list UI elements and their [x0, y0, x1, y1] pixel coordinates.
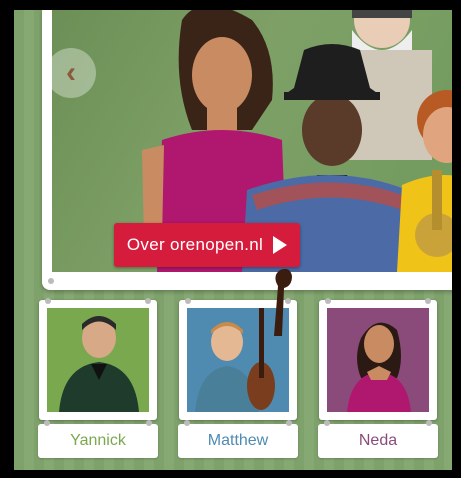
- app-frame: ‹ Over orenopen.nl Yannick Matthew Neda: [14, 10, 452, 470]
- musician-photo: [47, 308, 149, 412]
- musician-name-yannick[interactable]: Yannick: [38, 420, 158, 458]
- musician-name-matthew[interactable]: Matthew: [178, 420, 298, 458]
- musician-name-neda[interactable]: Neda: [318, 420, 438, 458]
- about-button[interactable]: Over orenopen.nl: [114, 223, 300, 267]
- pin-icon: [324, 420, 330, 426]
- pin-icon: [184, 420, 190, 426]
- play-arrow-icon: [273, 236, 288, 254]
- musician-name-label: Yannick: [70, 432, 126, 449]
- double-bass-scroll-icon: [274, 268, 292, 336]
- pin-icon: [145, 298, 151, 304]
- pin-icon: [146, 420, 152, 426]
- pin-icon: [286, 420, 292, 426]
- carousel-prev-button[interactable]: ‹: [46, 48, 96, 98]
- pin-icon: [325, 298, 331, 304]
- musician-card-neda[interactable]: [319, 298, 437, 420]
- pin-icon: [44, 420, 50, 426]
- pin-icon: [185, 298, 191, 304]
- musician-name-label: Neda: [358, 432, 398, 449]
- musician-card-yannick[interactable]: [39, 298, 157, 420]
- chevron-left-icon: ‹: [66, 56, 76, 89]
- musician-name-label: Matthew: [207, 432, 269, 449]
- pin-icon: [426, 420, 432, 426]
- about-button-label: Over orenopen.nl: [126, 235, 264, 254]
- pin-icon: [45, 298, 51, 304]
- musician-photo: [327, 308, 429, 412]
- musician-portrait: [347, 322, 411, 412]
- pin-icon: [48, 278, 54, 284]
- musician-portrait: [59, 316, 139, 412]
- pin-icon: [425, 298, 431, 304]
